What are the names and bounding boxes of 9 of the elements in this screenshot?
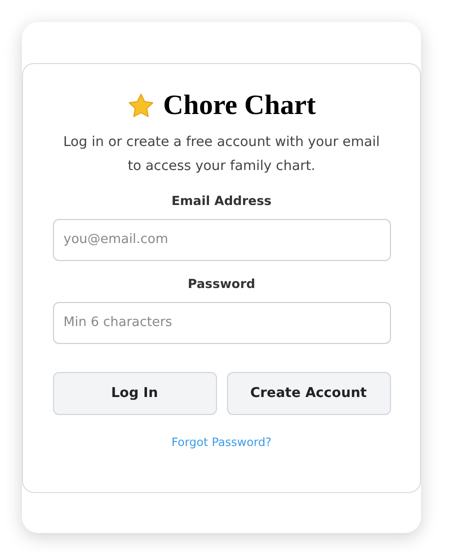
input-field[interactable]: Min 6 characters [52, 302, 390, 344]
app-title: Chore Chart [163, 92, 316, 120]
field-label: Email Address [171, 192, 272, 210]
create-account-button[interactable]: Create Account [226, 372, 390, 414]
subtitle: Log in or create a free account with your email to access your family chart. [62, 133, 381, 176]
login-button[interactable]: Log In [52, 372, 216, 414]
input-field[interactable]: you@email.com [52, 218, 390, 261]
field-label: Password [188, 274, 256, 293]
star-icon [127, 92, 156, 120]
